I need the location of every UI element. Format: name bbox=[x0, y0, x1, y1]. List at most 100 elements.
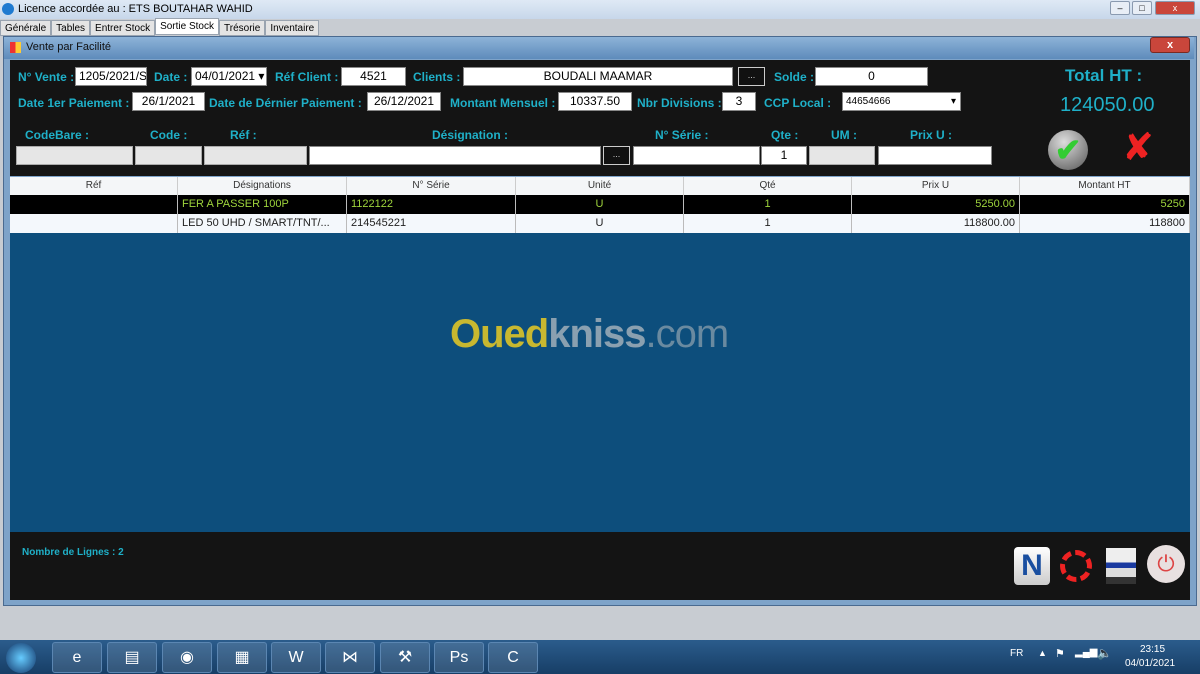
n-vente-input[interactable]: 1205/2021/S bbox=[75, 67, 147, 86]
serie-input[interactable] bbox=[633, 146, 760, 165]
sale-form: N° Vente : 1205/2021/S Date : 04/01/2021… bbox=[10, 60, 1190, 176]
new-button[interactable]: N bbox=[1014, 547, 1050, 585]
network-icon[interactable]: ▂▄▆ bbox=[1075, 647, 1097, 658]
word-icon[interactable]: W bbox=[271, 642, 321, 673]
app-logo-icon bbox=[2, 3, 14, 15]
calculator-icon[interactable]: ▦ bbox=[217, 642, 267, 673]
date1-input[interactable]: 26/1/2021 bbox=[132, 92, 205, 111]
solde-input[interactable]: 0 bbox=[815, 67, 928, 86]
codebare-label: CodeBare : bbox=[25, 128, 90, 142]
cell-montant: 118800 bbox=[1020, 214, 1190, 233]
window-close-button[interactable]: x bbox=[1150, 37, 1190, 53]
save-icon[interactable] bbox=[1106, 548, 1136, 584]
start-button[interactable] bbox=[6, 643, 36, 673]
cell-ref bbox=[10, 195, 178, 214]
client-input[interactable]: BOUDALI MAAMAR bbox=[463, 67, 733, 86]
date1-label: Date 1er Paiement : bbox=[18, 96, 130, 110]
col-ref[interactable]: Réf bbox=[10, 177, 178, 195]
date-label: Date : bbox=[154, 70, 188, 84]
code-input[interactable] bbox=[135, 146, 202, 165]
ref-client-input[interactable]: 4521 bbox=[341, 67, 406, 86]
col-prix[interactable]: Prix U bbox=[852, 177, 1020, 195]
window-icon bbox=[10, 42, 21, 53]
col-serie[interactable]: N° Série bbox=[347, 177, 516, 195]
table-row[interactable]: FER A PASSER 100P 1122122 U 1 5250.00 52… bbox=[10, 195, 1190, 214]
app-title: Licence accordée au : ETS BOUTAHAR WAHID bbox=[18, 3, 253, 15]
cell-serie: 214545221 bbox=[347, 214, 516, 233]
col-designations[interactable]: Désignations bbox=[178, 177, 347, 195]
qte-input[interactable]: 1 bbox=[761, 146, 807, 165]
visual-studio-icon[interactable]: ⋈ bbox=[325, 642, 375, 673]
app-title-bar: Licence accordée au : ETS BOUTAHAR WAHID… bbox=[0, 0, 1200, 19]
window-title-bar: Vente par Facilité bbox=[4, 37, 1194, 59]
ref-label: Réf : bbox=[230, 128, 257, 142]
chrome-icon[interactable]: ◉ bbox=[162, 642, 212, 673]
datelast-label: Date de Dérnier Paiement : bbox=[209, 96, 362, 110]
n-vente-label: N° Vente : bbox=[18, 70, 75, 84]
table-row[interactable]: LED 50 UHD / SMART/TNT/... 214545221 U 1… bbox=[10, 214, 1190, 233]
um-label: UM : bbox=[831, 128, 857, 142]
um-input[interactable] bbox=[809, 146, 875, 165]
tab-tresorie[interactable]: Trésorie bbox=[219, 20, 266, 36]
main-tabs: Générale Tables Entrer Stock Sortie Stoc… bbox=[0, 18, 320, 36]
photoshop-icon[interactable]: Ps bbox=[434, 642, 484, 673]
window-title: Vente par Facilité bbox=[26, 41, 111, 53]
col-unite[interactable]: Unité bbox=[516, 177, 684, 195]
designation-input[interactable] bbox=[309, 146, 601, 165]
tab-generale[interactable]: Générale bbox=[0, 20, 52, 36]
tab-tables[interactable]: Tables bbox=[51, 20, 91, 36]
explorer-icon[interactable]: ▤ bbox=[107, 642, 157, 673]
cell-unite: U bbox=[516, 214, 684, 233]
cell-qte: 1 bbox=[684, 195, 852, 214]
ccp-select[interactable]: 44654666 ▾ bbox=[842, 92, 961, 111]
montant-input[interactable]: 10337.50 bbox=[558, 92, 632, 111]
cell-unite: U bbox=[516, 195, 684, 214]
action-center-flag-icon[interactable]: ⚑ bbox=[1055, 647, 1065, 660]
cell-montant: 5250 bbox=[1020, 195, 1190, 214]
language-indicator[interactable]: FR bbox=[1010, 648, 1023, 659]
power-icon[interactable]: ⏻ bbox=[1147, 545, 1185, 583]
tab-sortie-stock[interactable]: Sortie Stock bbox=[155, 18, 219, 35]
col-qte[interactable]: Qté bbox=[684, 177, 852, 195]
datelast-input[interactable]: 26/12/2021 bbox=[367, 92, 441, 111]
app-icon[interactable]: C bbox=[488, 642, 538, 673]
tools-icon[interactable]: ⚒ bbox=[380, 642, 430, 673]
cell-qte: 1 bbox=[684, 214, 852, 233]
app-close-button[interactable]: x bbox=[1155, 1, 1195, 15]
col-montant[interactable]: Montant HT bbox=[1020, 177, 1190, 195]
ie-icon[interactable]: e bbox=[52, 642, 102, 673]
validate-check-icon[interactable]: ✔ bbox=[1048, 130, 1088, 170]
refresh-icon[interactable] bbox=[1060, 550, 1092, 582]
ref-input[interactable] bbox=[204, 146, 307, 165]
dropdown-arrow-icon: ▾ bbox=[950, 96, 956, 107]
prix-label: Prix U : bbox=[910, 128, 953, 142]
cell-ref bbox=[10, 214, 178, 233]
maximize-button[interactable]: □ bbox=[1132, 1, 1152, 15]
cell-designation: FER A PASSER 100P bbox=[178, 195, 347, 214]
clock-date[interactable]: 04/01/2021 bbox=[1125, 658, 1175, 669]
volume-icon[interactable]: 🔈 bbox=[1097, 646, 1112, 660]
nbr-input[interactable]: 3 bbox=[722, 92, 756, 111]
montant-label: Montant Mensuel : bbox=[450, 96, 556, 110]
ccp-value: 44654666 bbox=[846, 96, 891, 107]
clock-time[interactable]: 23:15 bbox=[1140, 644, 1165, 655]
cell-prix: 118800.00 bbox=[852, 214, 1020, 233]
tab-inventaire[interactable]: Inventaire bbox=[265, 20, 320, 36]
total-label: Total HT : bbox=[1065, 66, 1143, 85]
prix-input[interactable] bbox=[878, 146, 992, 165]
tray-arrow-icon[interactable]: ▲ bbox=[1038, 648, 1047, 658]
ccp-label: CCP Local : bbox=[764, 96, 832, 110]
cell-prix: 5250.00 bbox=[852, 195, 1020, 214]
codebare-input[interactable] bbox=[16, 146, 133, 165]
cancel-x-icon[interactable]: ✘ bbox=[1118, 128, 1158, 168]
date-picker[interactable]: 04/01/2021 ▾ bbox=[191, 67, 267, 86]
taskbar: e ▤ ◉ ▦ W ⋈ ⚒ Ps C FR ▲ ⚑ ▂▄▆ 🔈 23:15 04… bbox=[0, 640, 1200, 674]
minimize-button[interactable]: – bbox=[1110, 1, 1130, 15]
client-browse-button[interactable]: ... bbox=[738, 67, 765, 86]
cell-designation: LED 50 UHD / SMART/TNT/... bbox=[178, 214, 347, 233]
footer-bar: Nombre de Lignes : 2 N ⏻ bbox=[10, 532, 1190, 600]
designation-browse-button[interactable]: ... bbox=[603, 146, 630, 165]
tab-entrer-stock[interactable]: Entrer Stock bbox=[90, 20, 156, 36]
qte-label: Qte : bbox=[771, 128, 799, 142]
serie-label: N° Série : bbox=[655, 128, 709, 142]
